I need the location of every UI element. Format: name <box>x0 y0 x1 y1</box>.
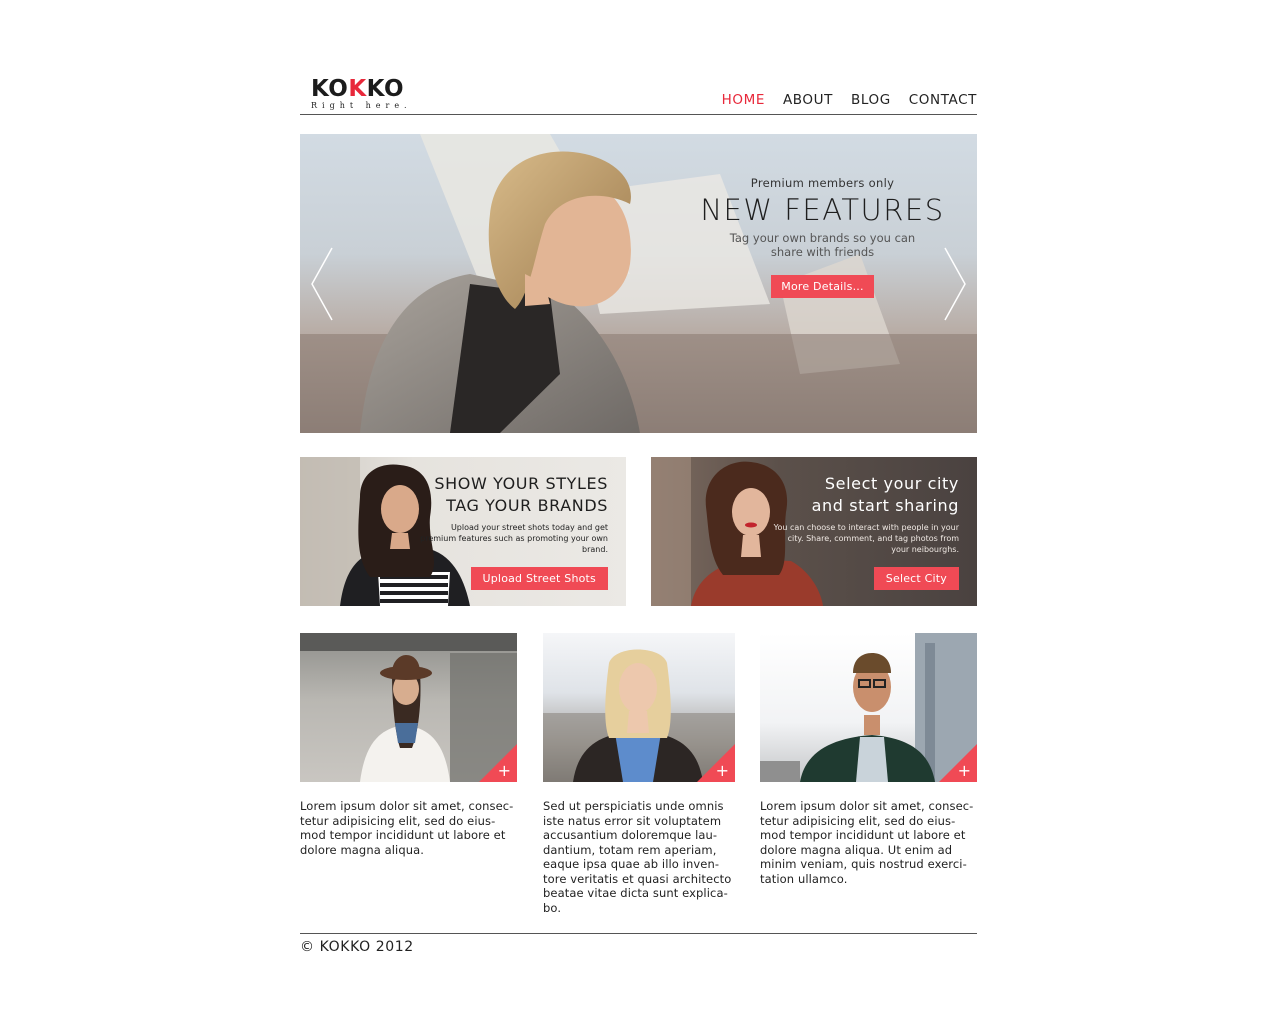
page: KOKKO Right here. HOME ABOUT BLOG CONTAC… <box>300 0 977 1024</box>
hero-slider: Premium members only NEW FEATURES Tag yo… <box>300 134 977 433</box>
nav-blog[interactable]: BLOG <box>851 92 891 108</box>
hero-title: NEW FEATURES <box>700 193 945 227</box>
hero-description: Tag your own brands so you can share wit… <box>729 231 916 259</box>
card-2: + Sed ut perspiciatis unde omnis iste na… <box>543 633 735 915</box>
slider-prev-button[interactable] <box>310 246 336 322</box>
nav-contact[interactable]: CONTACT <box>909 92 977 108</box>
promo-upload-description: Upload your street shots today and get p… <box>420 523 608 554</box>
card-1-text: Lorem ipsum dolor sit amet, consec-tetur… <box>300 799 514 857</box>
card-1-image[interactable]: + <box>300 633 517 782</box>
promo-upload: SHOW YOUR STYLES TAG YOUR BRANDS Upload … <box>300 457 626 606</box>
logo-tagline: Right here. <box>311 101 412 110</box>
promo-upload-copy: SHOW YOUR STYLES TAG YOUR BRANDS Upload … <box>418 473 608 555</box>
chevron-left-icon <box>311 247 333 321</box>
hero-kicker: Premium members only <box>750 176 895 190</box>
footer-divider <box>300 933 977 934</box>
card-3-text: Lorem ipsum dolor sit amet, consec-tetur… <box>760 799 974 886</box>
card-2-plus-icon[interactable]: + <box>716 763 729 779</box>
nav-about[interactable]: ABOUT <box>783 92 833 108</box>
promo-city-title-line1: Select your city <box>824 474 959 493</box>
card-1-plus-icon[interactable]: + <box>498 763 511 779</box>
main-nav: HOME ABOUT BLOG CONTACT <box>722 92 977 108</box>
card-2-image[interactable]: + <box>543 633 735 782</box>
promo-city: Select your city and start sharing You c… <box>651 457 977 606</box>
promo-city-description: You can choose to interact with people i… <box>773 523 959 554</box>
card-3-plus-icon[interactable]: + <box>958 763 971 779</box>
card-2-text: Sed ut perspiciatis unde omnis iste natu… <box>543 799 732 915</box>
promo-city-title-line2: and start sharing <box>811 496 959 515</box>
promo-upload-title-line1: SHOW YOUR STYLES <box>434 474 608 493</box>
card-3: + Lorem ipsum dolor sit amet, consec-tet… <box>760 633 977 886</box>
upload-street-shots-button[interactable]: Upload Street Shots <box>470 567 608 590</box>
promo-city-copy: Select your city and start sharing You c… <box>769 473 959 555</box>
logo-wordmark: KOKKO <box>311 76 405 102</box>
logo[interactable]: KOKKO Right here. <box>311 77 411 113</box>
more-details-button[interactable]: More Details... <box>771 275 874 298</box>
card-1: + Lorem ipsum dolor sit amet, consec-tet… <box>300 633 517 857</box>
promo-upload-title-line2: TAG YOUR BRANDS <box>446 496 608 515</box>
select-city-button[interactable]: Select City <box>873 567 959 590</box>
hero-copy: Premium members only NEW FEATURES Tag yo… <box>680 176 965 298</box>
footer-copyright: © KOKKO 2012 <box>300 939 414 955</box>
header-divider <box>300 114 977 115</box>
nav-home[interactable]: HOME <box>722 92 765 108</box>
card-3-image[interactable]: + <box>760 633 977 782</box>
